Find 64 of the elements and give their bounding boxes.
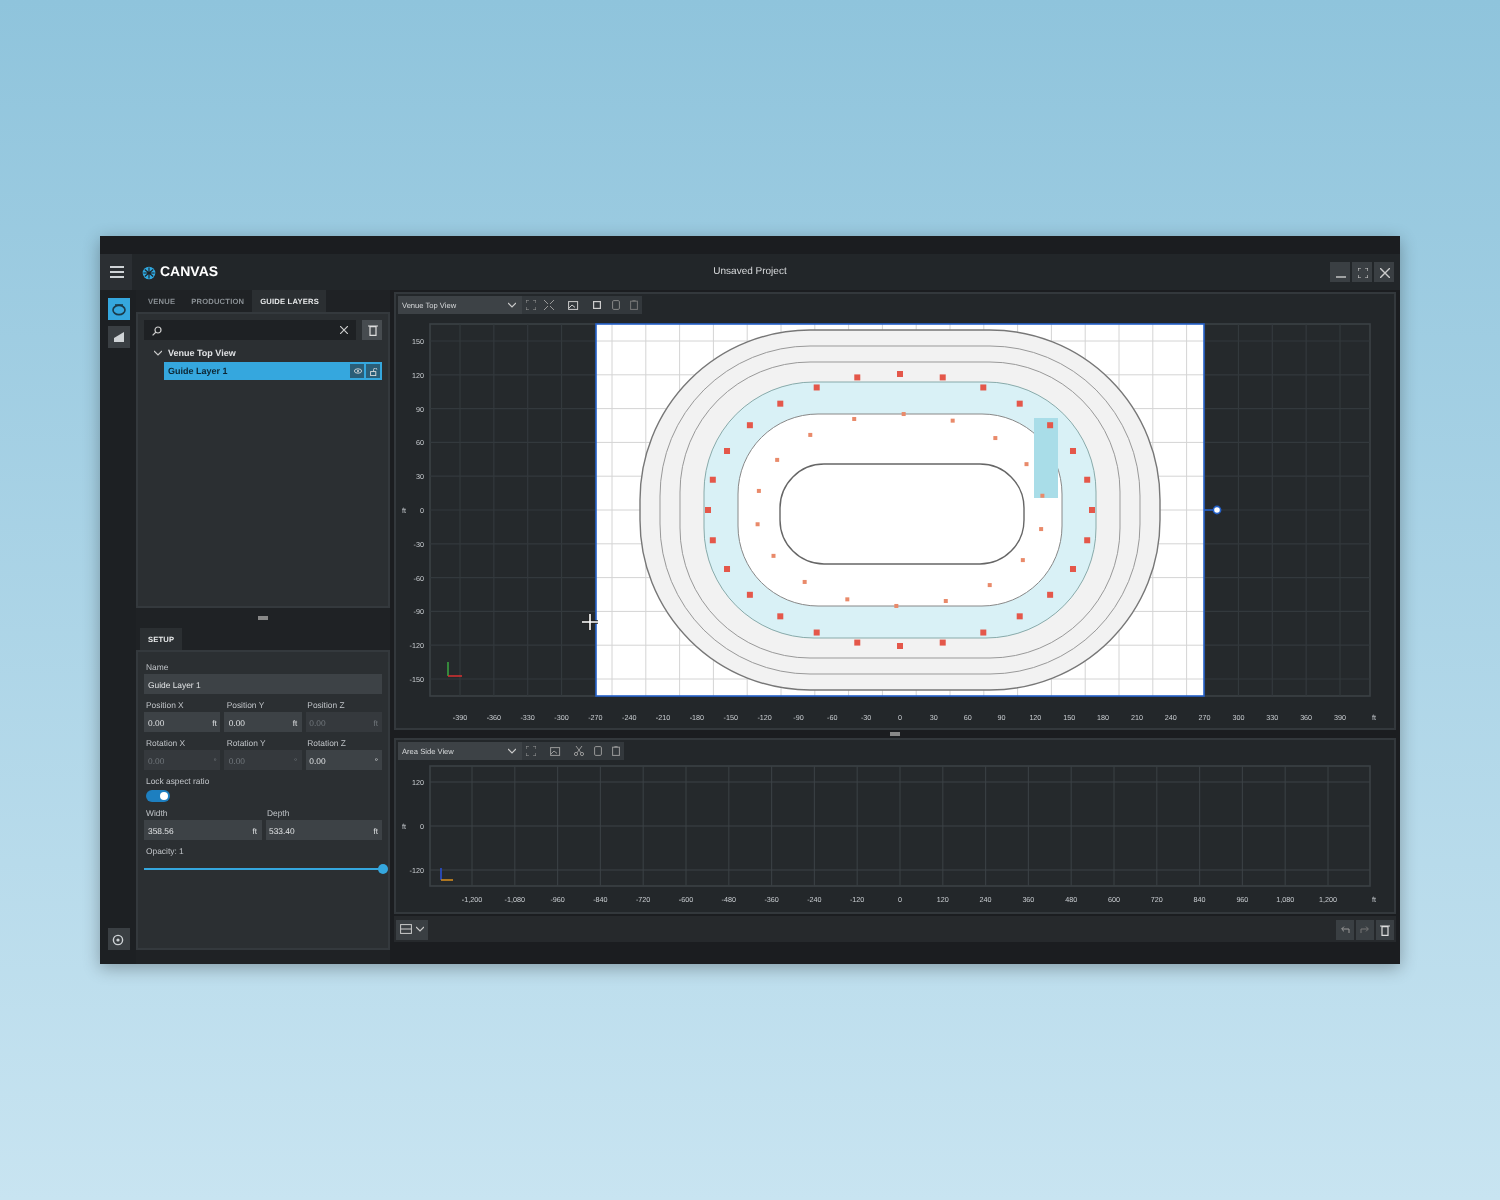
close-button[interactable] <box>1374 262 1394 282</box>
opacity-slider[interactable] <box>144 862 382 874</box>
chevron-down-icon[interactable] <box>154 350 162 356</box>
frame-icon <box>592 300 602 310</box>
stadium-icon <box>111 302 125 316</box>
minimize-button[interactable] <box>1330 262 1350 282</box>
maximize-icon <box>1357 267 1367 277</box>
select-frame-button[interactable] <box>588 296 606 314</box>
frame-corners-icon <box>526 746 536 756</box>
delete-button[interactable] <box>1376 919 1394 939</box>
menu-icon <box>109 266 123 278</box>
resize-handle[interactable] <box>258 616 268 620</box>
caret-icon <box>416 926 424 932</box>
copy-icon <box>593 746 601 756</box>
caret-icon <box>508 748 516 754</box>
redo-icon <box>1360 924 1370 934</box>
paste-button[interactable] <box>624 296 642 314</box>
eye-icon <box>353 368 361 374</box>
add-image-button[interactable] <box>546 742 564 760</box>
delete-button[interactable] <box>362 320 382 340</box>
image-icon <box>567 300 579 310</box>
frame-corners-icon <box>526 300 536 310</box>
maximize-button[interactable] <box>1352 262 1372 282</box>
layout-button[interactable] <box>396 919 428 939</box>
search-field[interactable] <box>144 320 356 340</box>
top-view-button[interactable] <box>107 298 129 320</box>
floor-plan-drawing[interactable] <box>595 323 1222 697</box>
copy-button[interactable] <box>588 742 606 760</box>
lock-button[interactable] <box>366 364 380 378</box>
move-cursor-icon <box>580 612 600 632</box>
fit-view-button[interactable] <box>522 296 540 314</box>
cut-button[interactable] <box>570 742 588 760</box>
undo-button[interactable] <box>1336 919 1354 939</box>
side-view-button[interactable] <box>107 326 129 348</box>
copy-button[interactable] <box>606 296 624 314</box>
menu-button[interactable] <box>100 254 132 290</box>
scissors-icon <box>574 746 584 756</box>
clear-icon[interactable] <box>340 326 348 334</box>
trash-icon <box>1380 923 1390 935</box>
side-view-icon <box>111 330 125 344</box>
toggle-switch[interactable] <box>146 790 170 802</box>
visibility-button[interactable] <box>350 364 364 378</box>
settings-icon <box>112 933 124 945</box>
image-icon <box>549 746 561 756</box>
lock-icon <box>369 367 377 375</box>
caret-icon <box>508 302 516 308</box>
axis-gizmo-icon <box>447 661 463 677</box>
clipboard-icon <box>611 746 619 756</box>
add-image-button[interactable] <box>564 296 582 314</box>
fit-view-button[interactable] <box>522 742 540 760</box>
logo-icon <box>142 265 156 279</box>
undo-icon <box>1340 924 1350 934</box>
copy-icon <box>611 300 619 310</box>
clipboard-icon <box>629 300 637 310</box>
shrink-icon <box>544 300 554 310</box>
close-icon <box>1379 267 1389 277</box>
settings-button[interactable] <box>107 928 129 950</box>
resize-handle[interactable] <box>890 732 900 736</box>
search-icon <box>152 325 162 335</box>
axis-gizmo-icon <box>440 867 454 881</box>
collapse-view-button[interactable] <box>540 296 558 314</box>
trash-icon <box>367 324 377 336</box>
layout-icon <box>400 924 412 934</box>
paste-button[interactable] <box>606 742 624 760</box>
